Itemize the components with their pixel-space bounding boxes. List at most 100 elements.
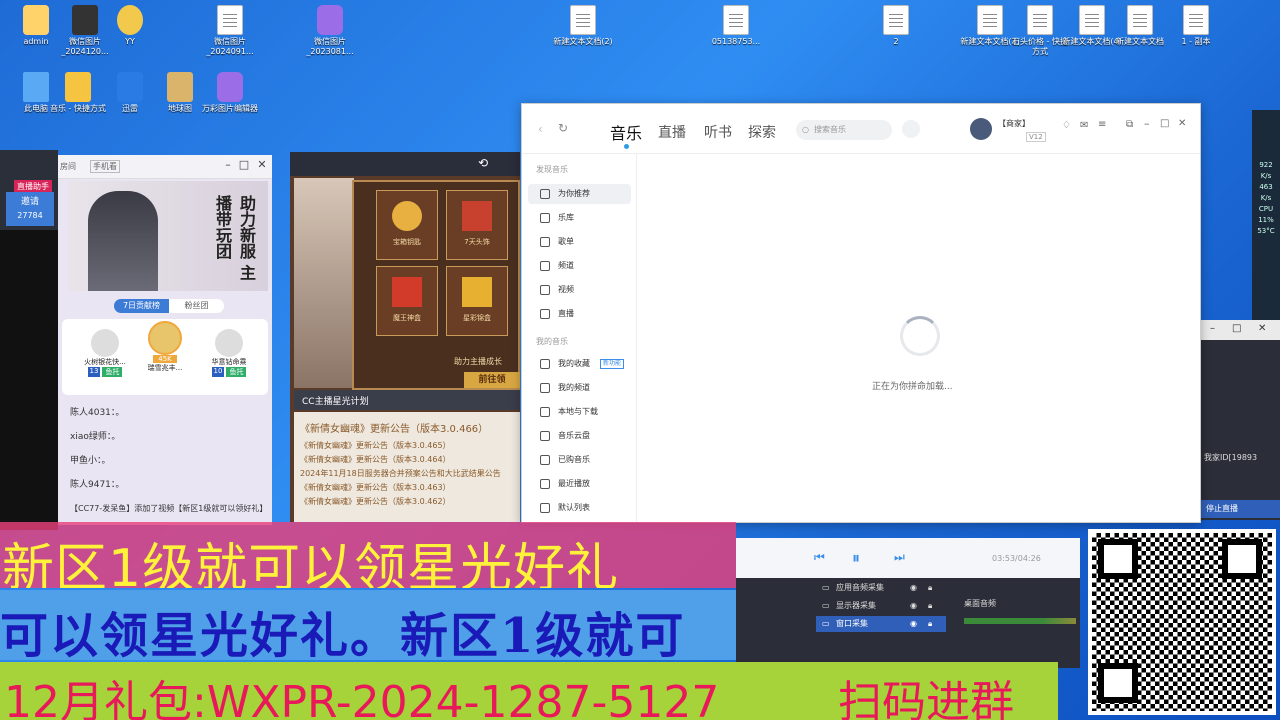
tab-music[interactable]: 音乐 [610,120,642,144]
invite-button[interactable]: 邀请 27784 [6,192,54,226]
username[interactable]: 【商家】 [998,118,1030,129]
go-button[interactable]: 前往领 [464,372,520,388]
eye-icon[interactable]: ◉ [910,580,917,596]
sidebar-item[interactable]: 乐库 [528,208,631,228]
doc-icon [1127,5,1153,35]
gift-label: 星彩锦盒 [463,314,491,322]
news-item[interactable]: 《新倩女幽魂》更新公告（版本3.0.465） [300,439,514,453]
avatar[interactable] [970,118,992,140]
eye-icon[interactable]: ◉ [910,616,917,632]
skin-icon[interactable]: ♢ [1062,120,1071,131]
pause-icon[interactable]: ⏸ [852,548,860,568]
prev-icon[interactable]: ⏮ [814,550,825,565]
sidebar-item[interactable]: 视频 [528,280,631,300]
sidebar-item[interactable]: 已购音乐 [528,450,631,470]
desktop-icon[interactable]: 音乐 - 快捷方式 [48,72,108,114]
desktop-icon[interactable]: 1 - 副本 [1166,5,1226,47]
minimize-icon[interactable]: – [1144,117,1150,130]
maximize-icon[interactable]: □ [236,155,252,175]
sidebar-item[interactable]: 音乐云盘 [528,426,631,446]
next-icon[interactable]: ⏭ [894,550,905,565]
sidebar-item[interactable]: 频道 [528,256,631,276]
menu-icon[interactable]: ≡ [1098,119,1106,130]
close-icon[interactable]: ✕ [1178,118,1186,129]
rank-item[interactable]: 45K 瑞雪兆丰... [136,321,194,373]
doc-icon [217,5,243,35]
sidebar-item[interactable]: 我的收藏 新功能 [528,354,631,374]
poster-figures [88,191,158,291]
mini-mode-icon[interactable]: ⧉ [1126,119,1133,130]
search-input[interactable]: ○ 搜索音乐 [796,120,892,140]
close-icon[interactable]: ✕ [254,155,270,175]
mic-icon[interactable] [902,120,920,138]
sidebar-item[interactable]: 最近播放 [528,474,631,494]
desktop-icon[interactable]: 2 [866,5,926,47]
sidebar-item[interactable]: 我的频道 [528,378,631,398]
desktop-icon[interactable]: 微信图片_2023081... [300,5,360,57]
sidebar-item-label: 我的频道 [558,383,590,392]
minimize-icon[interactable]: – [1210,323,1215,334]
chat-message: 陈人4031：。 [70,408,125,418]
back-icon[interactable]: ⟲ [478,156,488,170]
gift-item[interactable]: 7天头饰 [446,190,508,260]
mail-icon[interactable]: ✉ [1080,120,1088,131]
source-item[interactable]: ▭ 显示器采集 ◉ 🔒︎ [816,598,946,614]
sidebar-item-label: 为你推荐 [558,189,590,198]
maximize-icon[interactable]: □ [1160,118,1169,129]
news-item[interactable]: 《新倩女幽魂》更新公告（版本3.0.464） [300,453,514,467]
lock-icon[interactable]: 🔒︎ [928,580,932,596]
tab-audiobook[interactable]: 听书 [704,122,732,142]
desktop-icon[interactable]: 万彩图片编辑器 [200,72,260,114]
sidebar-item-icon [540,309,550,319]
phone-view-tab[interactable]: 手机看 [90,160,120,173]
sidebar-item[interactable]: 歌单 [528,232,631,252]
tab-7day-rank[interactable]: 7日贡献榜 [114,299,169,313]
desktop-icon[interactable]: YY [100,5,160,47]
tab-fans[interactable]: 粉丝团 [169,299,224,313]
qr-pattern [1092,533,1272,711]
gift-label: 7天头饰 [464,238,490,246]
news-item[interactable]: 《新倩女幽魂》更新公告（版本3.0.463） [300,481,514,495]
sidebar-item[interactable]: 本地与下载 [528,402,631,422]
news-item[interactable]: 2024年11月18日服务器合并预案公告和大比武结果公告 [300,467,514,481]
banner-middle: 可以领星光好礼。新区1级就可 [0,590,736,660]
desktop-icon[interactable]: 新建文本文档 [1110,5,1170,47]
sidebar-item[interactable]: 默认列表 [528,498,631,518]
lock-icon[interactable]: 🔒︎ [928,598,932,614]
eye-icon[interactable]: ◉ [910,598,917,614]
maximize-icon[interactable]: □ [1232,323,1241,334]
gift-item[interactable]: 魔王神盒 [376,266,438,336]
rank-item[interactable]: 火树银花快... 13 鱼托 [76,329,134,377]
news-item[interactable]: 《新倩女幽魂》更新公告（版本3.0.462） [300,495,514,509]
rank-item[interactable]: 华意钻命乘 10 鱼托 [200,329,258,377]
refresh-icon[interactable]: ↻ [558,121,568,135]
sidebar-item[interactable]: 为你推荐 [528,184,631,204]
room-tab[interactable]: 房间 [60,161,76,172]
loading-spinner [900,316,940,356]
desktop-icon[interactable]: 石头价格 - 快捷方式 [1010,5,1070,57]
tab-live[interactable]: 直播 [658,122,686,142]
gift-item[interactable]: 星彩锦盒 [446,266,508,336]
close-icon[interactable]: ✕ [1258,323,1266,334]
gift-item[interactable]: 宝箱钥匙 [376,190,438,260]
sidebar-item[interactable]: 直播 [528,304,631,324]
news-title[interactable]: 《新倩女幽魂》更新公告（版本3.0.466） [300,420,514,435]
rank-level: 45K [153,355,177,363]
gift-box-icon [392,277,422,307]
desktop-icon[interactable]: 微信图片_2024091... [200,5,260,57]
desktop-icon[interactable]: 05138753... [706,5,766,47]
loading-text: 正在为你拼命加载... [872,382,953,392]
desktop-icon[interactable]: 新建文本文档(2) [553,5,613,47]
back-icon[interactable]: ‹ [538,122,543,136]
lock-icon[interactable]: 🔒︎ [928,616,932,632]
stop-stream-button[interactable]: 停止直播 [1200,500,1280,518]
sidebar-item-icon [540,455,550,465]
source-item[interactable]: ▭ 应用音频采集 ◉ 🔒︎ [816,580,946,596]
minimize-icon[interactable]: – [220,155,236,175]
desktop-icon-label: 微信图片_2023081... [306,37,354,56]
tab-explore[interactable]: 探索 [748,122,776,142]
source-label: 应用音频采集 [836,583,884,592]
invite-label: 邀请 [20,197,39,207]
sidebar-item-icon [540,237,550,247]
source-item[interactable]: ▭ 窗口采集 ◉ 🔒︎ [816,616,946,632]
